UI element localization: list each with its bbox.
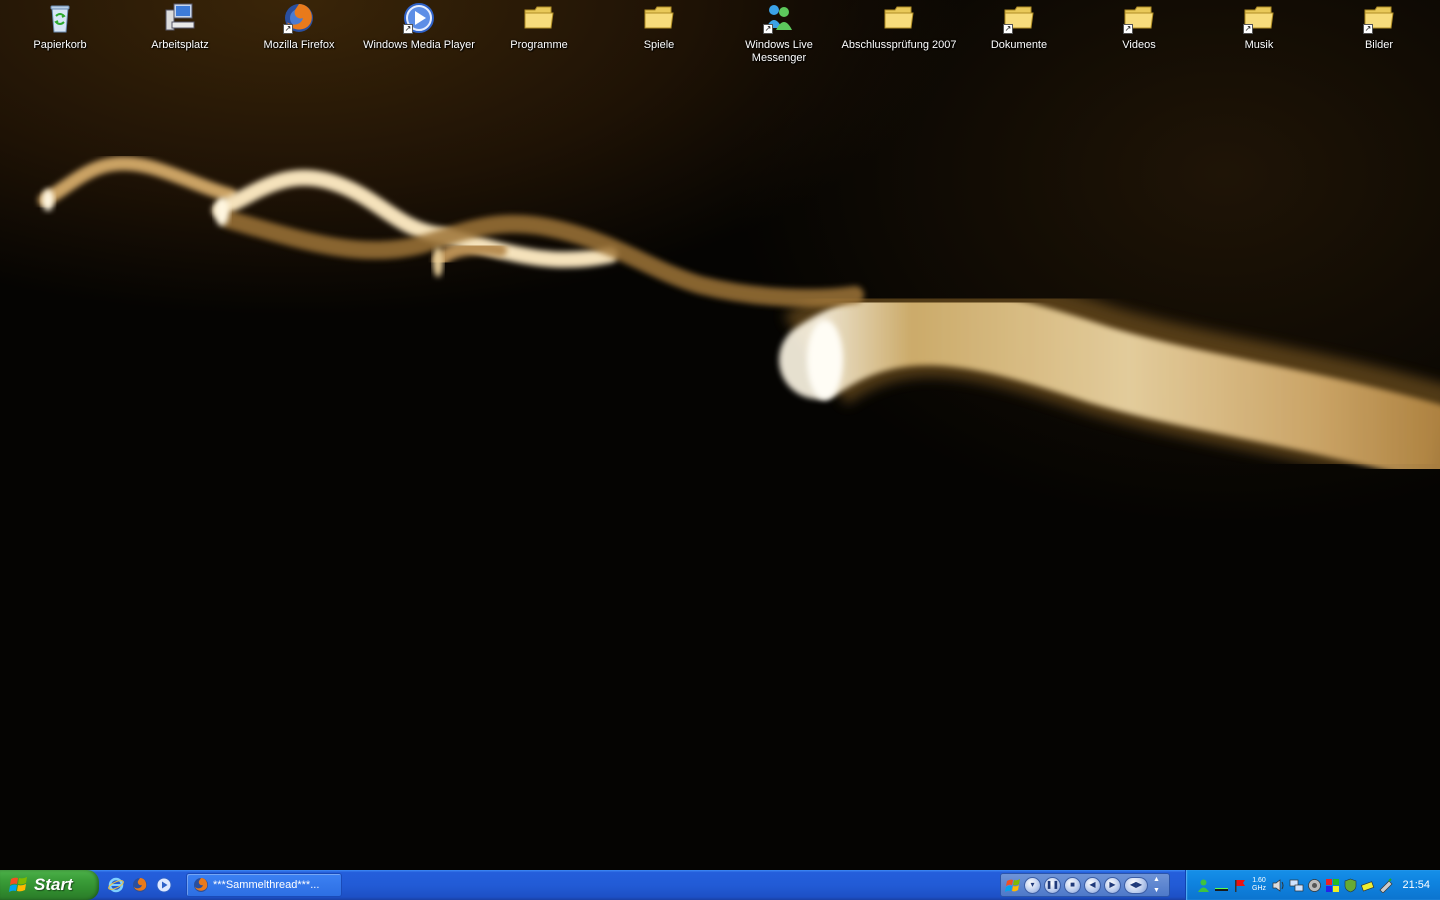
desktop-icon-windows-live-messenger[interactable]: ↗ Windows Live Messenger bbox=[721, 2, 837, 74]
desktop[interactable]: Papierkorb Arbeitsplatz ↗ Mozilla Firefox ↗ W… bbox=[0, 0, 1440, 870]
my-computer-icon bbox=[164, 2, 196, 34]
folder-icon bbox=[643, 2, 675, 34]
shortcut-arrow-icon: ↗ bbox=[1123, 24, 1133, 34]
shortcut-arrow-icon: ↗ bbox=[763, 24, 773, 34]
clock[interactable]: 21:54 bbox=[1402, 879, 1430, 891]
internet-explorer-icon[interactable] bbox=[106, 875, 126, 895]
desktop-icon-arbeitsplatz[interactable]: Arbeitsplatz bbox=[122, 2, 238, 74]
system-tray: 1.60 GHz 21:54 bbox=[1185, 870, 1440, 900]
firefox-icon[interactable] bbox=[130, 875, 150, 895]
shortcut-arrow-icon: ↗ bbox=[1363, 24, 1373, 34]
cpu-speed-unit: GHz bbox=[1252, 885, 1266, 892]
security-flag-icon[interactable] bbox=[1232, 878, 1247, 893]
start-button[interactable]: Start bbox=[0, 870, 99, 900]
taskbar-window-button[interactable]: ***Sammelthread***... bbox=[186, 873, 342, 897]
desktop-icon-dokumente[interactable]: ↗ Dokumente bbox=[961, 2, 1077, 74]
media-toolbar-scroll[interactable]: ▲ ▼ bbox=[1153, 875, 1161, 895]
folder-icon: ↗ bbox=[1243, 2, 1275, 34]
desktop-icon-papierkorb[interactable]: Papierkorb bbox=[2, 2, 118, 74]
desktop-icon-label: Windows Media Player bbox=[363, 39, 475, 51]
firefox-icon: ↗ bbox=[283, 2, 315, 34]
network-icon[interactable] bbox=[1289, 878, 1304, 893]
desktop-icon-videos[interactable]: ↗ Videos bbox=[1081, 2, 1197, 74]
desktop-icon-label: Arbeitsplatz bbox=[151, 39, 209, 51]
shortcut-arrow-icon: ↗ bbox=[1243, 24, 1253, 34]
desktop-icon-label: Bilder bbox=[1364, 39, 1394, 51]
desktop-icon-label: Spiele bbox=[643, 39, 675, 51]
windows-flag-icon bbox=[9, 877, 27, 892]
wallpaper-light-trails bbox=[38, 156, 1440, 493]
volume-icon[interactable] bbox=[1271, 878, 1286, 893]
windows-media-player-icon[interactable] bbox=[154, 875, 174, 895]
messenger-icon: ↗ bbox=[763, 2, 795, 34]
desktop-icon-label: Windows Live Messenger bbox=[745, 39, 813, 64]
desktop-icon-label: Musik bbox=[1244, 39, 1274, 51]
cpu-speed-indicator[interactable]: 1.60 GHz bbox=[1250, 877, 1268, 893]
minimize-bar-icon[interactable] bbox=[1214, 878, 1229, 893]
next-button[interactable]: ▶ bbox=[1104, 876, 1121, 894]
desktop-icon-programme[interactable]: Programme bbox=[481, 2, 597, 74]
cpu-speed-value: 1.60 bbox=[1252, 877, 1266, 884]
messenger-status-icon[interactable] bbox=[1196, 878, 1211, 893]
windows-media-player-icon: ↗ bbox=[403, 2, 435, 34]
media-menu-button[interactable]: ▾ bbox=[1024, 876, 1041, 894]
desktop-icon-label: Papierkorb bbox=[33, 39, 87, 51]
start-label: Start bbox=[34, 875, 73, 894]
desktop-icon-abschlussprüfung-2007[interactable]: Abschlussprüfung 2007 bbox=[841, 2, 957, 74]
folder-icon: ↗ bbox=[1363, 2, 1395, 34]
color-grid-icon[interactable] bbox=[1325, 878, 1340, 893]
desktop-icon-musik[interactable]: ↗ Musik bbox=[1201, 2, 1317, 74]
folder-icon bbox=[883, 2, 915, 34]
desktop-icon-label: Videos bbox=[1122, 39, 1156, 51]
desktop-icon-bilder[interactable]: ↗ Bilder bbox=[1321, 2, 1437, 74]
folder-icon: ↗ bbox=[1003, 2, 1035, 34]
desktop-icon-windows-media-player[interactable]: ↗ Windows Media Player bbox=[361, 2, 477, 74]
folder-icon: ↗ bbox=[1123, 2, 1155, 34]
taskbar-window-title: ***Sammelthread***... bbox=[213, 879, 320, 891]
desktop-icon-mozilla-firefox[interactable]: ↗ Mozilla Firefox bbox=[241, 2, 357, 74]
stop-button[interactable]: ■ bbox=[1064, 876, 1081, 894]
shortcut-arrow-icon: ↗ bbox=[283, 24, 293, 34]
previous-button[interactable]: ◀ bbox=[1084, 876, 1101, 894]
update-icon[interactable] bbox=[1307, 878, 1322, 893]
shortcut-arrow-icon: ↗ bbox=[403, 24, 413, 34]
firefox-icon bbox=[194, 878, 208, 892]
pause-button[interactable]: ❚❚ bbox=[1044, 876, 1061, 894]
quick-launch-bar bbox=[106, 875, 174, 895]
shortcut-arrow-icon: ↗ bbox=[1003, 24, 1013, 34]
safely-remove-hardware-icon[interactable] bbox=[1379, 877, 1394, 893]
volume-button[interactable]: ◀▶ bbox=[1124, 876, 1148, 894]
desktop-icon-label: Mozilla Firefox bbox=[263, 39, 335, 51]
media-player-toolbar: ▾ ❚❚ ■ ◀ ▶ ◀▶ ▲ ▼ bbox=[1000, 873, 1170, 897]
desktop-icon-spiele[interactable]: Spiele bbox=[601, 2, 717, 74]
folder-icon bbox=[523, 2, 555, 34]
desktop-icon-label: Programme bbox=[510, 39, 568, 51]
shield-icon[interactable] bbox=[1343, 878, 1358, 893]
taskbar: Start ***Sammelthread***... ▾ ❚❚ ■ ◀ ▶ ◀… bbox=[0, 870, 1440, 900]
recycle-bin-icon bbox=[44, 2, 76, 34]
desktop-icon-label: Abschlussprüfung 2007 bbox=[841, 39, 957, 51]
desktop-icon-label: Dokumente bbox=[990, 39, 1048, 51]
windows-media-player-icon[interactable] bbox=[1005, 877, 1021, 893]
battery-icon[interactable] bbox=[1361, 878, 1376, 893]
